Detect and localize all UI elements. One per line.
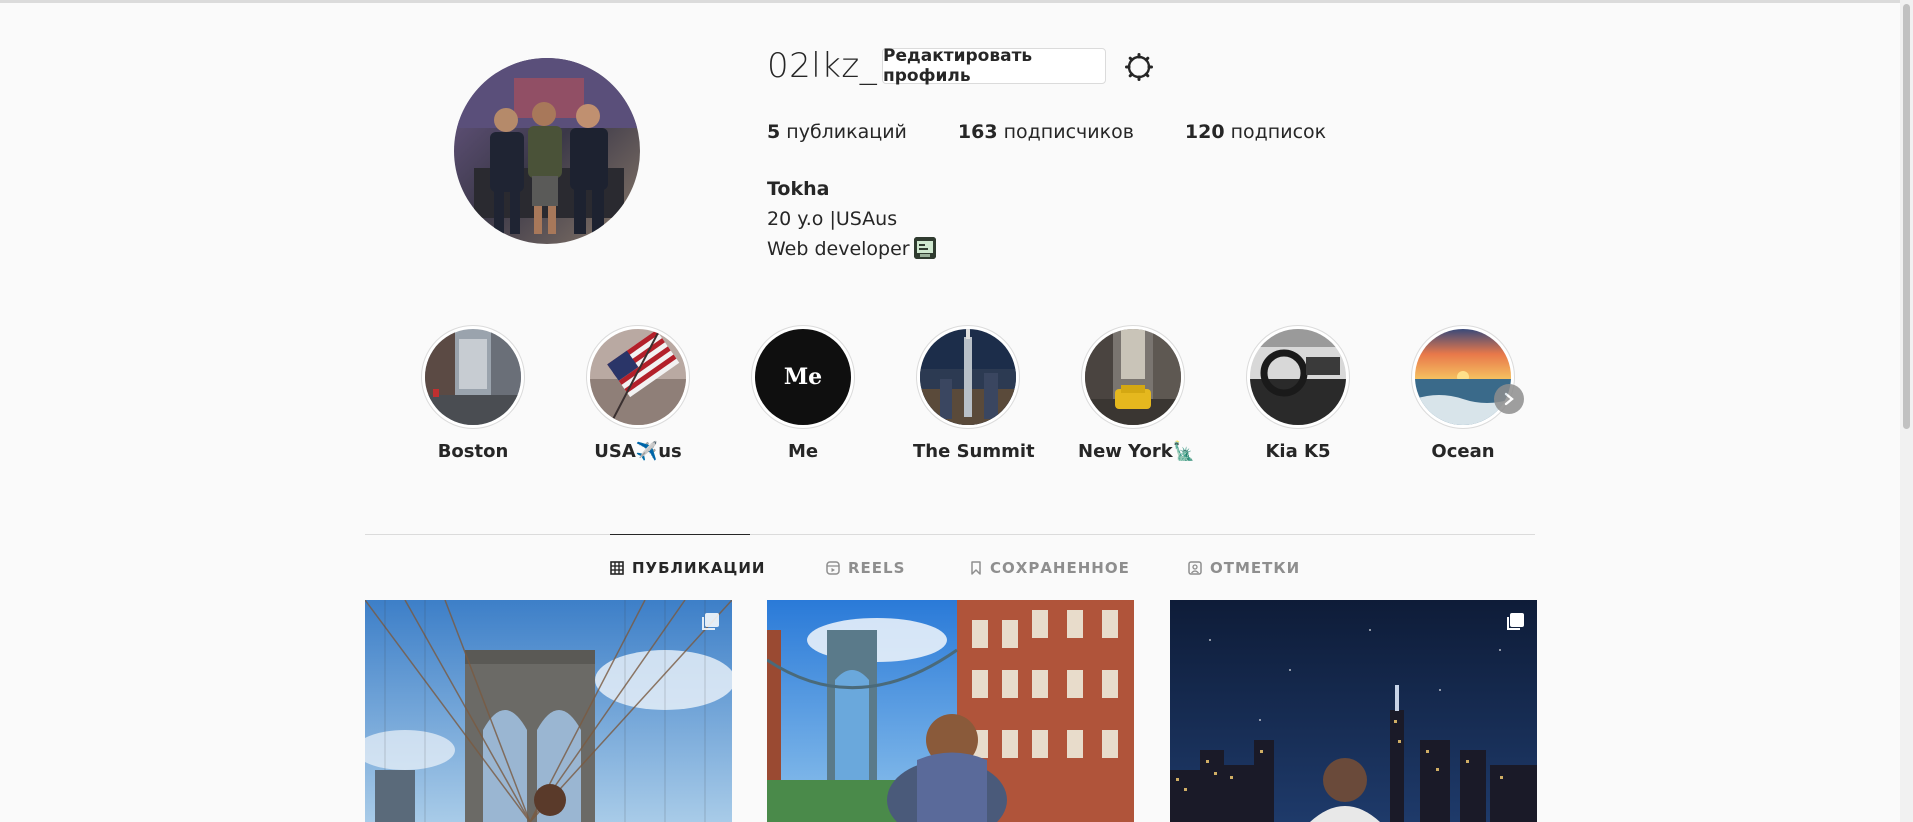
active-tab-indicator: [610, 534, 750, 535]
highlight-cover-text: Me: [783, 364, 823, 390]
avatar-photo: [454, 58, 640, 244]
highlight-label: Ocean: [1431, 441, 1495, 462]
highlights-next-chevron-icon[interactable]: [1494, 384, 1524, 414]
highlight-label: The Summit: [913, 441, 1035, 462]
skyscraper-night-photo: [920, 329, 1016, 425]
highlight-ring: [421, 325, 525, 429]
manhattan-bridge-photo: [767, 600, 1134, 822]
highlight-label: USA✈️us: [594, 441, 682, 462]
profile-bio: Tokha 20 y.o |USAus Web developer: [767, 174, 936, 264]
me-logo-text: Me: [755, 329, 851, 425]
bio-line-1: 20 y.o |USAus: [767, 208, 898, 230]
highlight-ring: [916, 325, 1020, 429]
tab-saved[interactable]: СОХРАНЕННОЕ: [970, 559, 1130, 577]
highlight-the-summit[interactable]: The Summit: [913, 325, 1035, 462]
posts-count: 5: [767, 121, 781, 143]
following-count: 120: [1184, 121, 1225, 143]
highlight-ring: [1081, 325, 1185, 429]
bookmark-icon: [971, 561, 981, 575]
bio-line-2-row: Web developer: [767, 234, 936, 264]
tab-label: СОХРАНЕННОЕ: [990, 559, 1130, 577]
tab-label: REELS: [848, 559, 906, 577]
highlight-label: Me: [787, 441, 819, 462]
top-border: [0, 0, 1913, 3]
following-label: подписок: [1230, 121, 1327, 143]
following-stat[interactable]: 120 подписок: [1185, 121, 1326, 143]
american-flag-photo: [590, 329, 686, 425]
multiple-photos-icon: [1507, 613, 1524, 630]
tab-posts[interactable]: ПУБЛИКАЦИИ: [610, 559, 765, 577]
taxi-street-photo: [1085, 329, 1181, 425]
followers-count: 163: [957, 121, 998, 143]
highlight-ring: Me: [751, 325, 855, 429]
followers-label: подписчиков: [1003, 121, 1134, 143]
posts-stat: 5 публикаций: [767, 121, 907, 143]
tabs-divider: [365, 534, 1535, 535]
profile-full-name: Tokha: [767, 178, 830, 200]
boston-street-photo: [425, 329, 521, 425]
highlight-usa[interactable]: USA✈️us: [583, 325, 693, 462]
post-tile-2[interactable]: [767, 600, 1134, 822]
highlight-new-york[interactable]: New York🗽: [1078, 325, 1196, 462]
post-tile-3[interactable]: [1170, 600, 1537, 822]
tab-label: ОТМЕТКИ: [1210, 559, 1301, 577]
ocean-sunset-photo: [1415, 329, 1511, 425]
highlight-ring: [586, 325, 690, 429]
reels-icon: [826, 561, 840, 575]
tab-label: ПУБЛИКАЦИИ: [632, 559, 766, 577]
night-skyline-photo: [1170, 600, 1537, 822]
page-scrollbar[interactable]: [1900, 0, 1913, 822]
highlight-label: Kia K5: [1265, 441, 1331, 462]
bio-line-2: Web developer: [767, 238, 910, 260]
profile-username: 02lkz_: [767, 46, 878, 86]
settings-gear-icon[interactable]: [1124, 52, 1154, 82]
followers-stat[interactable]: 163 подписчиков: [958, 121, 1134, 143]
highlight-label: New York🗽: [1078, 441, 1196, 462]
developer-emoji-icon: [913, 237, 936, 259]
car-interior-photo: [1250, 329, 1346, 425]
highlight-kia-k5[interactable]: Kia K5: [1243, 325, 1353, 462]
tab-reels[interactable]: REELS: [826, 559, 905, 577]
posts-label: публикаций: [786, 121, 907, 143]
highlight-label: Boston: [437, 441, 509, 462]
post-tile-1[interactable]: [365, 600, 732, 822]
scrollbar-thumb[interactable]: [1903, 4, 1910, 429]
highlight-boston[interactable]: Boston: [418, 325, 528, 462]
tagged-icon: [1188, 561, 1202, 575]
grid-icon: [610, 561, 624, 575]
highlight-me[interactable]: Me Me: [748, 325, 858, 462]
brooklyn-bridge-photo: [365, 600, 732, 822]
multiple-photos-icon: [702, 613, 719, 630]
profile-avatar[interactable]: [454, 58, 640, 244]
edit-profile-button[interactable]: Редактировать профиль: [882, 46, 1106, 86]
profile-stats: 5 публикаций 163 подписчиков 120 подписо…: [767, 121, 1377, 143]
highlight-ring: [1246, 325, 1350, 429]
tab-tagged[interactable]: ОТМЕТКИ: [1188, 559, 1300, 577]
highlight-ring: [1411, 325, 1515, 429]
